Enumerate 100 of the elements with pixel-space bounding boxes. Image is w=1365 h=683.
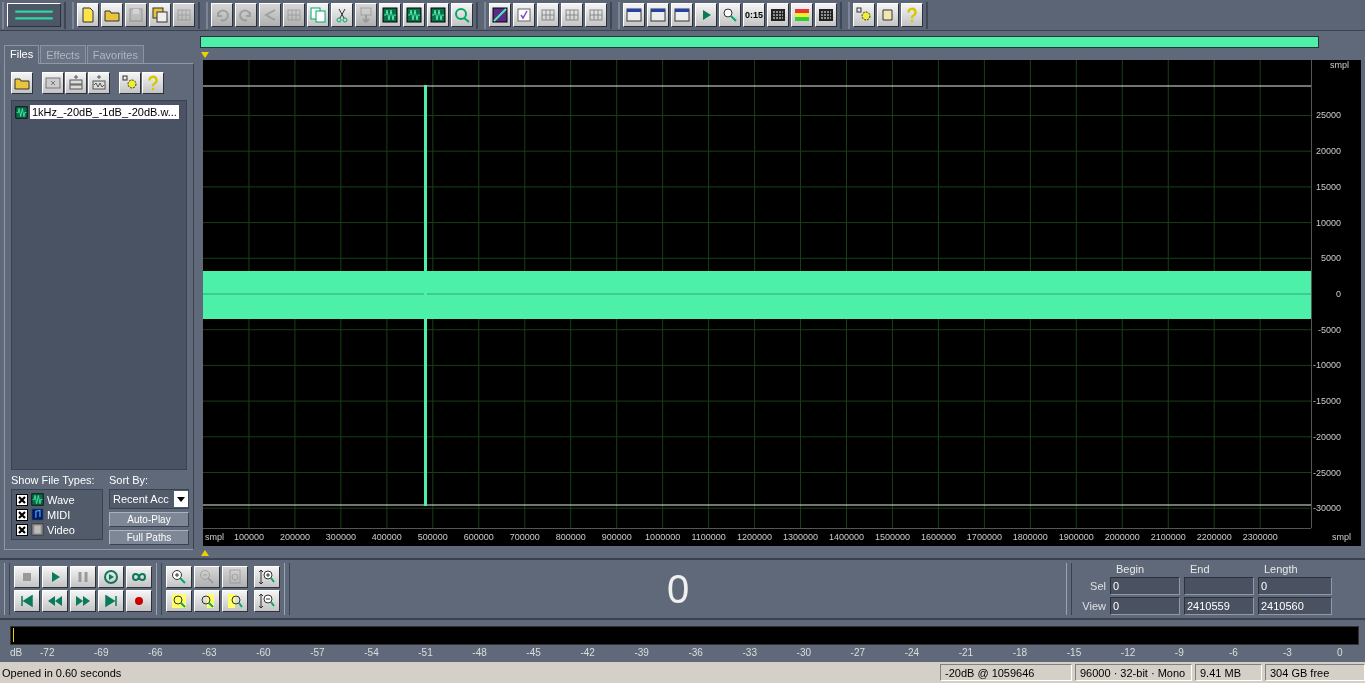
zoom-button[interactable]	[194, 590, 220, 612]
toolbar-button[interactable]	[65, 72, 87, 94]
transport-button[interactable]	[42, 590, 68, 612]
axis-tick-label: 200000	[279, 532, 310, 542]
toolbar-button[interactable]	[623, 3, 645, 27]
checkbox[interactable]	[16, 508, 28, 521]
toolbar-button[interactable]	[695, 3, 717, 27]
meter-scale-label: -60	[256, 647, 271, 658]
toolbar-button[interactable]	[42, 72, 64, 94]
toolbar-button[interactable]	[901, 3, 923, 27]
transport-button[interactable]	[126, 566, 152, 588]
toolbar-button[interactable]	[513, 3, 535, 27]
column-header: Begin	[1115, 563, 1146, 575]
zoom-button[interactable]	[166, 566, 192, 588]
toolbar-button[interactable]	[88, 72, 110, 94]
value-field[interactable]: 0	[1110, 597, 1180, 615]
axis-tick-label: 25000	[1315, 110, 1341, 121]
window-icon	[650, 7, 666, 23]
transport-button[interactable]	[98, 566, 124, 588]
toolbar-button[interactable]	[815, 3, 837, 27]
zoom-button[interactable]	[166, 590, 192, 612]
copy-icon	[310, 7, 326, 23]
toolbar-button[interactable]	[647, 3, 669, 27]
meter-scale-label: -15	[1066, 647, 1082, 658]
meter-scale-label: -9	[1174, 647, 1184, 658]
meter-scale-label: -45	[526, 647, 541, 658]
toolbar-button[interactable]	[719, 3, 741, 27]
value-field[interactable]: 0	[1258, 577, 1332, 595]
axis-tick-label: -30000	[1312, 503, 1341, 514]
toolbar-button[interactable]	[11, 72, 33, 94]
toolbar-button[interactable]	[331, 3, 353, 27]
sort-dropdown[interactable]: Recent Acc	[109, 489, 189, 509]
panel-tab[interactable]: Files	[4, 45, 40, 64]
toolbar-button[interactable]	[403, 3, 425, 27]
sort-by-label: Sort By:	[109, 474, 150, 486]
meter-scale-label: -57	[310, 647, 325, 658]
transport-button[interactable]	[98, 590, 124, 612]
toolbar-button[interactable]	[853, 3, 875, 27]
axis-tick-label: 600000	[463, 532, 494, 542]
panel-button[interactable]: Full Paths	[109, 530, 189, 545]
toolbar-button[interactable]	[307, 3, 329, 27]
toolbar-button[interactable]	[101, 3, 123, 27]
value-field[interactable]: 0	[1110, 577, 1180, 595]
toolbar-button[interactable]	[119, 72, 141, 94]
meter-scale-label: dB	[10, 647, 23, 658]
toolbar-button[interactable]	[149, 3, 171, 27]
status-cell: 304 GB free	[1265, 664, 1365, 681]
toolbar-button[interactable]	[427, 3, 449, 27]
meter-scale-label: 0	[1336, 647, 1343, 658]
toolbar-button[interactable]	[561, 3, 583, 27]
diagonal-line-icon	[492, 7, 508, 23]
toolbar-button[interactable]: 0:15	[743, 3, 765, 27]
toolbar-button[interactable]	[379, 3, 401, 27]
axis-tick-label: 400000	[371, 532, 402, 542]
value-field[interactable]: 2410559	[1184, 597, 1254, 615]
toolbar-button[interactable]	[585, 3, 607, 27]
waveform-display[interactable]	[203, 60, 1311, 528]
meter-scale-label: -24	[904, 647, 920, 658]
transport-button[interactable]	[14, 566, 40, 588]
grid-icon	[588, 7, 604, 23]
panel-button[interactable]: Auto-Play	[109, 512, 189, 527]
transport-button[interactable]	[42, 566, 68, 588]
transport-button[interactable]	[126, 590, 152, 612]
toolbar-button[interactable]	[7, 3, 61, 27]
grid-icon	[540, 7, 556, 23]
file-type-label: MIDI	[47, 508, 71, 521]
zoom-selection-icon	[227, 593, 243, 609]
waveform-icon	[31, 493, 44, 506]
value-field[interactable]	[1184, 577, 1254, 595]
file-item[interactable]: 1kHz_-20dB_-1dB_-20dB.w...	[30, 105, 179, 119]
checkbox[interactable]	[16, 523, 28, 536]
overview-bar[interactable]	[200, 36, 1319, 48]
toolbar-button[interactable]	[671, 3, 693, 27]
toolbar-button[interactable]	[142, 72, 164, 94]
search-icon	[722, 7, 738, 23]
scissors-icon	[334, 7, 350, 23]
window-icon	[674, 7, 690, 23]
toolbar-button[interactable]	[489, 3, 511, 27]
toolbar-button[interactable]	[877, 3, 899, 27]
value-field[interactable]: 2410560	[1258, 597, 1332, 615]
zoom-button[interactable]	[222, 590, 248, 612]
toolbar-button[interactable]	[451, 3, 473, 27]
axis-tick-label: -25000	[1312, 467, 1341, 478]
toolbar-button[interactable]	[791, 3, 813, 27]
insert-list-icon	[68, 75, 84, 91]
chevron-icon	[262, 7, 278, 23]
toolbar-button[interactable]	[767, 3, 789, 27]
axis-tick-label: -15000	[1312, 396, 1341, 407]
checkbox[interactable]	[16, 493, 28, 506]
transport-button[interactable]	[70, 590, 96, 612]
toolbar-button[interactable]	[77, 3, 99, 27]
row-label: Sel	[1089, 580, 1106, 592]
toolbar-button[interactable]	[537, 3, 559, 27]
transport-button[interactable]	[14, 590, 40, 612]
zoom-button[interactable]	[254, 566, 280, 588]
zoom-button[interactable]	[254, 590, 280, 612]
axis-tick-label: 0	[1336, 289, 1341, 299]
axis-tick-label: 300000	[325, 532, 356, 542]
meter-scale-label: -27	[850, 647, 866, 658]
transport-button[interactable]	[70, 566, 96, 588]
